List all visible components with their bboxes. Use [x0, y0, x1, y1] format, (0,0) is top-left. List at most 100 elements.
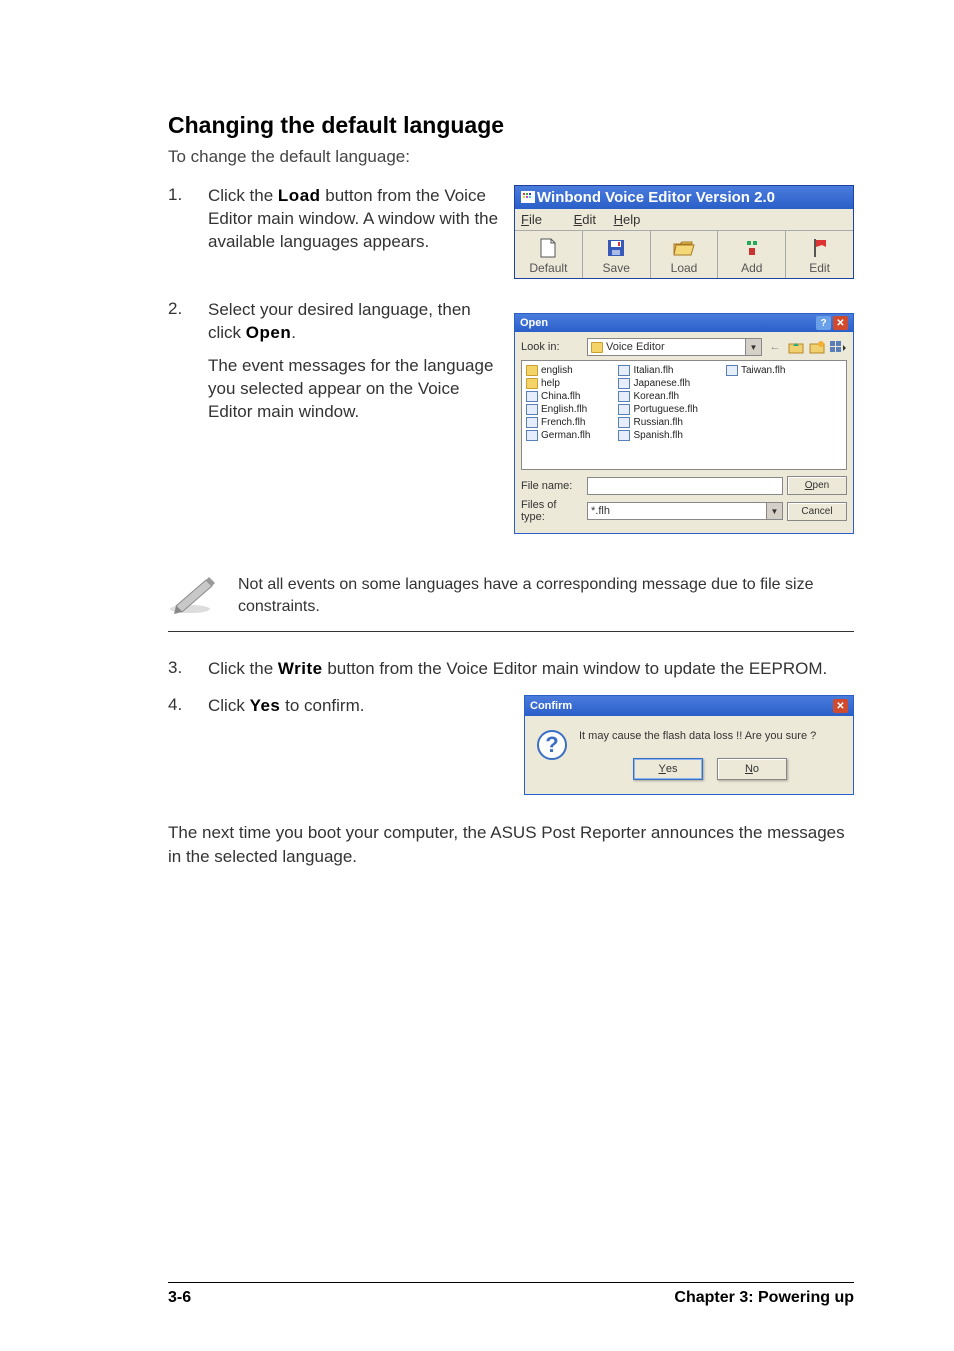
menu-file[interactable]: File [521, 212, 556, 227]
step-number: 4. [168, 695, 208, 718]
file-name: Taiwan.flh [741, 365, 785, 376]
close-icon[interactable]: ✕ [833, 316, 848, 330]
file-item[interactable]: French.flh [526, 417, 590, 428]
chevron-down-icon: ▼ [766, 503, 782, 519]
yes-button[interactable]: Yes [633, 758, 703, 780]
text-fragment: Click the [208, 186, 278, 205]
file-item[interactable]: english [526, 365, 590, 376]
file-item[interactable]: China.flh [526, 391, 590, 402]
text-fragment: button from the Voice Editor main window… [323, 659, 828, 678]
step-1-text: Click the Load button from the Voice Edi… [208, 185, 504, 254]
save-icon [583, 237, 650, 259]
view-menu-icon[interactable] [829, 338, 847, 356]
toolbar-load-button[interactable]: Load [651, 231, 719, 278]
edit-flag-icon [786, 237, 853, 259]
filetype-value: *.flh [591, 505, 610, 517]
section-heading: Changing the default language [168, 112, 854, 139]
file-name: Korean.flh [633, 391, 679, 402]
step-number: 2. [168, 299, 208, 424]
toolbar-add-button[interactable]: Add [718, 231, 786, 278]
load-keyword: Load [278, 186, 321, 205]
filetype-label: Files of type: [521, 499, 583, 523]
winbond-editor-window: Winbond Voice Editor Version 2.0 File Ed… [514, 185, 854, 279]
question-icon: ? [537, 730, 567, 760]
step-2-sub: The event messages for the language you … [208, 355, 504, 424]
pencil-note-icon [168, 574, 218, 614]
note-text: Not all events on some languages have a … [238, 574, 854, 617]
file-item[interactable]: help [526, 378, 590, 389]
file-item[interactable]: Italian.flh [618, 365, 698, 376]
file-icon [618, 378, 630, 389]
menu-help[interactable]: Help [614, 212, 641, 227]
winbond-menubar: File Edit Help [515, 209, 853, 230]
file-name: German.flh [541, 430, 590, 441]
file-item[interactable]: English.flh [526, 404, 590, 415]
up-folder-icon[interactable] [787, 338, 805, 356]
folder-icon [591, 342, 603, 353]
note-block: Not all events on some languages have a … [168, 554, 854, 632]
file-item[interactable]: German.flh [526, 430, 590, 441]
text-fragment: Click the [208, 659, 278, 678]
closing-text: The next time you boot your computer, th… [168, 821, 854, 869]
file-icon [726, 365, 738, 376]
page-number: 3-6 [168, 1289, 191, 1307]
cancel-button[interactable]: Cancel [787, 502, 847, 521]
file-name: Russian.flh [633, 417, 682, 428]
open-file-dialog: Open ? ✕ Look in: Voice Editor ▼ ← [514, 313, 854, 534]
close-icon[interactable]: ✕ [833, 699, 848, 713]
file-item[interactable]: Japanese.flh [618, 378, 698, 389]
confirm-dialog: Confirm ✕ ? It may cause the flash data … [524, 695, 854, 795]
lookin-dropdown[interactable]: Voice Editor ▼ [587, 338, 762, 356]
text-fragment: . [291, 323, 296, 342]
winbond-title-text: Winbond Voice Editor Version 2.0 [537, 189, 775, 206]
file-name: help [541, 378, 560, 389]
file-icon [618, 365, 630, 376]
filetype-dropdown[interactable]: *.flh ▼ [587, 502, 783, 520]
winbond-title-bar: Winbond Voice Editor Version 2.0 [515, 186, 853, 209]
add-icon [718, 237, 785, 259]
file-icon [526, 404, 538, 415]
toolbar-label: Default [529, 261, 567, 275]
lookin-label: Look in: [521, 341, 583, 353]
file-item[interactable]: Taiwan.flh [726, 365, 785, 376]
intro-text: To change the default language: [168, 147, 854, 167]
write-keyword: Write [278, 659, 323, 678]
file-icon [618, 430, 630, 441]
open-dialog-title: Open [520, 317, 548, 329]
page-footer: 3-6 Chapter 3: Powering up [168, 1282, 854, 1307]
yes-keyword: Yes [250, 696, 281, 715]
step-4-text: Click Yes to confirm. [208, 695, 364, 718]
file-name: english [541, 365, 573, 376]
back-icon[interactable]: ← [766, 338, 784, 356]
toolbar-edit-button[interactable]: Edit [786, 231, 853, 278]
open-button[interactable]: Open [787, 476, 847, 495]
file-icon [526, 417, 538, 428]
winbond-toolbar: Default Save Load Add Edit [515, 230, 853, 278]
chapter-label: Chapter 3: Powering up [674, 1289, 854, 1307]
new-folder-icon[interactable] [808, 338, 826, 356]
toolbar-default-button[interactable]: Default [515, 231, 583, 278]
no-button[interactable]: No [717, 758, 787, 780]
lookin-value: Voice Editor [606, 341, 665, 353]
filename-label: File name: [521, 480, 583, 492]
toolbar-save-button[interactable]: Save [583, 231, 651, 278]
help-icon[interactable]: ? [816, 316, 831, 330]
folder-icon [526, 365, 538, 376]
file-icon [526, 430, 538, 441]
file-item[interactable]: Portuguese.flh [618, 404, 698, 415]
confirm-title-text: Confirm [530, 700, 572, 712]
new-file-icon [515, 237, 582, 259]
file-name: Italian.flh [633, 365, 673, 376]
file-item[interactable]: Russian.flh [618, 417, 698, 428]
open-folder-icon [651, 237, 718, 259]
file-item[interactable]: Spanish.flh [618, 430, 698, 441]
step-number: 1. [168, 185, 208, 254]
file-list-pane[interactable]: english help China.flh English.flh French.fl… [521, 360, 847, 470]
filename-input[interactable] [587, 477, 783, 495]
menu-edit[interactable]: Edit [574, 212, 596, 227]
confirm-titlebar: Confirm ✕ [525, 696, 853, 716]
toolbar-label: Edit [809, 261, 830, 275]
file-item[interactable]: Korean.flh [618, 391, 698, 402]
toolbar-label: Load [671, 261, 698, 275]
text-fragment: Click [208, 696, 250, 715]
